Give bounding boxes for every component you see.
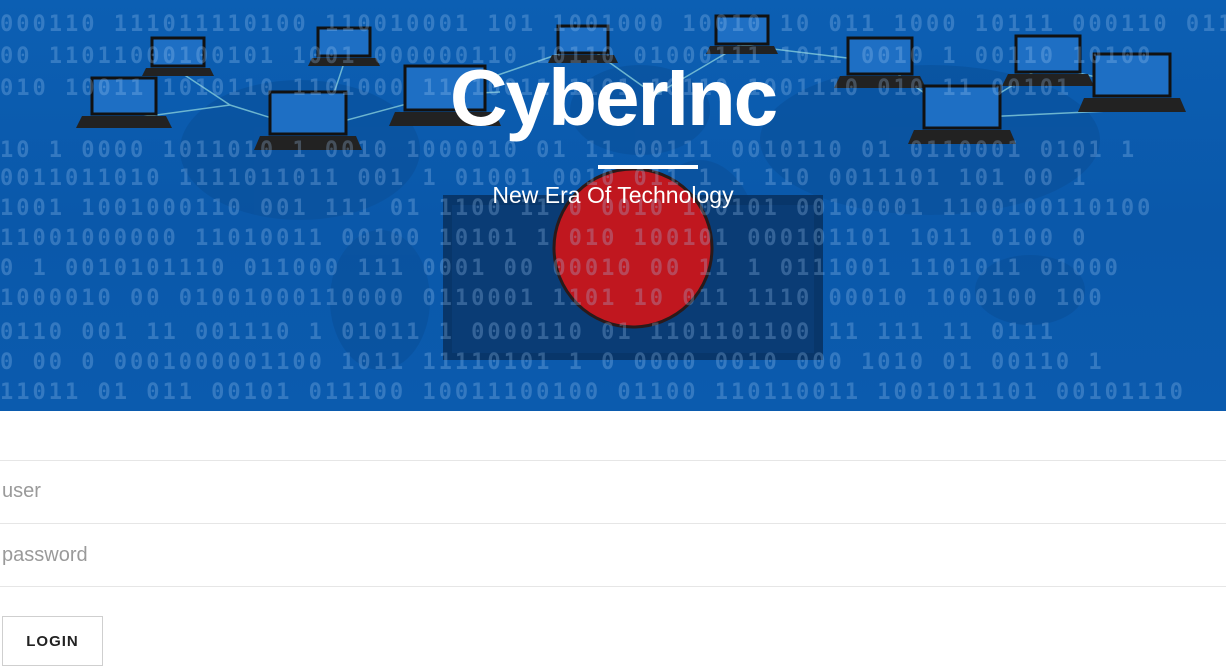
site-tagline: New Era Of Technology	[492, 182, 734, 208]
site-title: CyberInc	[449, 53, 778, 142]
binary-pattern: 11001000000 11010011 00100 10101 1 010 1…	[0, 226, 1089, 251]
binary-pattern: 000110 111011110100 110010001 101 100100…	[0, 12, 1226, 37]
binary-pattern: 0 00 0 0001000001100 1011 11110101 1 0 0…	[0, 350, 1105, 375]
hero-banner: 000110 111011110100 110010001 101 100100…	[0, 0, 1226, 411]
login-button[interactable]: LOGIN	[2, 616, 103, 666]
title-divider	[598, 165, 698, 169]
binary-pattern: 0 1 0010101110 011000 111 0001 00 00010 …	[0, 256, 1121, 281]
password-input[interactable]	[0, 523, 1226, 587]
binary-pattern: 11011 01 011 00101 011100 10011100100 01…	[0, 380, 1186, 405]
binary-pattern: 1000010 00 01001000110000 0110001 1101 1…	[0, 286, 1105, 311]
username-input[interactable]	[0, 460, 1226, 522]
binary-pattern: 0110 001 11 001110 1 01011 1 0000110 01 …	[0, 320, 1056, 345]
login-form: LOGIN	[0, 411, 1226, 666]
